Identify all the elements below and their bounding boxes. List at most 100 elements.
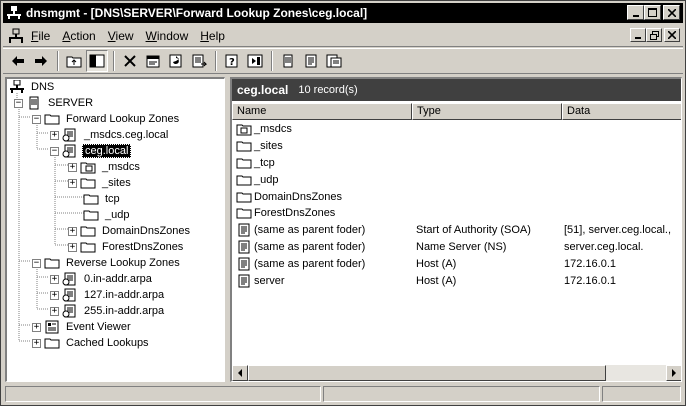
tree-label-server: SERVER: [48, 97, 94, 109]
expand-icon[interactable]: +: [50, 274, 59, 284]
refresh-icon[interactable]: [165, 50, 187, 72]
tree-node-msdcs-zone[interactable]: + _msdcs.ceg.local: [50, 127, 170, 143]
record-row[interactable]: server Host (A) 172.16.0.1: [232, 272, 681, 289]
column-header-type[interactable]: Type: [412, 103, 562, 120]
record-name-cell: _tcp: [232, 156, 412, 170]
minimize-button[interactable]: [627, 5, 644, 20]
dns-app-icon: [6, 5, 22, 21]
tree-node-domaindnszones[interactable]: + DomainDnsZones: [68, 223, 192, 239]
tree-node-forestdnszones[interactable]: + ForestDnsZones: [68, 239, 185, 255]
expand-icon[interactable]: +: [50, 130, 59, 140]
record-row[interactable]: _udp: [232, 171, 681, 188]
menu-file[interactable]: File: [31, 29, 58, 43]
expand-icon[interactable]: +: [68, 226, 77, 236]
record-row[interactable]: (same as parent foder) Start of Authority…: [232, 222, 681, 239]
column-header-data[interactable]: Data: [562, 103, 681, 120]
forward-icon[interactable]: [30, 50, 52, 72]
expand-icon[interactable]: +: [68, 162, 77, 172]
svg-text:?: ?: [229, 57, 235, 68]
record-name: (same as parent foder): [254, 224, 366, 237]
record-type: Host (A): [416, 257, 457, 270]
tree-node-cached-lookups[interactable]: + Cached Lookups: [32, 335, 151, 351]
collapse-icon[interactable]: −: [32, 114, 41, 124]
expand-icon[interactable]: +: [68, 178, 77, 188]
console-icon[interactable]: [7, 27, 25, 45]
collapse-icon[interactable]: −: [14, 98, 23, 108]
record-row[interactable]: (same as parent foder) Host (A) 172.16.0.1: [232, 255, 681, 272]
tree-node-reverse-0[interactable]: + 0.in-addr.arpa: [50, 271, 154, 287]
tree-label-dns: DNS: [31, 81, 55, 93]
tree-node-tcp[interactable]: tcp: [83, 191, 122, 207]
collapse-icon[interactable]: −: [32, 258, 41, 268]
up-folder-icon[interactable]: [63, 50, 85, 72]
child-restore-button[interactable]: [646, 28, 662, 42]
show-hide-tree-icon[interactable]: [86, 50, 108, 72]
console-tree[interactable]: DNS − SERVER − Forward Lookup Zones + _m…: [5, 77, 225, 382]
record-name: _sites: [254, 140, 283, 153]
close-button[interactable]: [663, 5, 680, 20]
tree-node-reverse-lookup-zones[interactable]: − Reverse Lookup Zones: [32, 255, 182, 271]
scroll-left-button[interactable]: [232, 365, 248, 381]
server-icon[interactable]: [277, 50, 299, 72]
delegated-folder-icon: [236, 122, 252, 136]
delete-icon[interactable]: [119, 50, 141, 72]
menu-help[interactable]: Help: [200, 29, 233, 43]
expand-icon[interactable]: +: [32, 322, 41, 332]
properties-icon[interactable]: [142, 50, 164, 72]
folder-icon: [83, 208, 99, 222]
collapse-icon[interactable]: −: [50, 146, 59, 156]
tree-label-msdcs: _msdcs: [102, 161, 140, 173]
expand-icon[interactable]: +: [32, 338, 41, 348]
tree-node-event-viewer[interactable]: + Event Viewer: [32, 319, 133, 335]
scroll-track[interactable]: [606, 365, 666, 381]
record-row[interactable]: _msdcs: [232, 121, 681, 138]
record-row[interactable]: DomainDnsZones: [232, 188, 681, 205]
record-name: (same as parent foder): [254, 240, 366, 253]
record-row[interactable]: _tcp: [232, 155, 681, 172]
record-row[interactable]: (same as parent foder) Name Server (NS) se…: [232, 239, 681, 256]
record-name: server: [254, 274, 285, 287]
menu-action[interactable]: Action: [62, 29, 103, 43]
action-pane-icon[interactable]: [244, 50, 266, 72]
tree-node-reverse-255[interactable]: + 255.in-addr.arpa: [50, 303, 166, 319]
folder-icon: [44, 256, 60, 270]
scroll-right-button[interactable]: [666, 365, 681, 381]
help-icon[interactable]: ?: [221, 50, 243, 72]
record-name-cell: server: [232, 274, 412, 288]
details-zone-name: ceg.local: [237, 83, 289, 97]
record-icon[interactable]: [300, 50, 322, 72]
tree-node-ceg-local[interactable]: − ceg.local: [50, 143, 132, 159]
expand-icon[interactable]: +: [50, 290, 59, 300]
column-header-name[interactable]: Name: [232, 103, 412, 120]
maximize-button[interactable]: [644, 5, 661, 20]
tree-node-msdcs[interactable]: + _msdcs: [68, 159, 142, 175]
menu-view[interactable]: View: [108, 29, 142, 43]
expand-icon[interactable]: +: [68, 242, 77, 252]
tree-label-reverse-lookup-zones: Reverse Lookup Zones: [66, 257, 180, 269]
tree-node-forward-lookup-zones[interactable]: − Forward Lookup Zones: [32, 111, 181, 127]
folder-icon: [83, 192, 99, 206]
child-minimize-button[interactable]: [630, 28, 646, 42]
menu-window[interactable]: Window: [146, 29, 197, 43]
tree-node-udp[interactable]: _udp: [83, 207, 131, 223]
tree-node-dns[interactable]: DNS: [9, 79, 56, 95]
tree-node-reverse-127[interactable]: + 127.in-addr.arpa: [50, 287, 166, 303]
folder-icon: [80, 224, 96, 238]
new-zone-icon[interactable]: [323, 50, 345, 72]
tree-node-sites[interactable]: + _sites: [68, 175, 133, 191]
scroll-thumb[interactable]: [248, 365, 606, 381]
child-close-button[interactable]: [664, 28, 680, 42]
status-bar: [3, 384, 683, 404]
folder-icon: [80, 240, 96, 254]
tree-label-reverse-0: 0.in-addr.arpa: [84, 273, 152, 285]
tree-node-server[interactable]: − SERVER: [14, 95, 95, 111]
export-list-icon[interactable]: [188, 50, 210, 72]
record-row[interactable]: _sites: [232, 138, 681, 155]
tree-label-ceg-local: ceg.local: [82, 144, 132, 158]
back-icon[interactable]: [7, 50, 29, 72]
horizontal-scrollbar[interactable]: [232, 365, 681, 381]
tree-label-forestdnszones: ForestDnsZones: [102, 241, 184, 253]
title-bar[interactable]: dnsmgmt - [DNS\SERVER\Forward Lookup Zon…: [3, 3, 683, 23]
record-row[interactable]: ForestDnsZones: [232, 205, 681, 222]
expand-icon[interactable]: +: [50, 306, 59, 316]
